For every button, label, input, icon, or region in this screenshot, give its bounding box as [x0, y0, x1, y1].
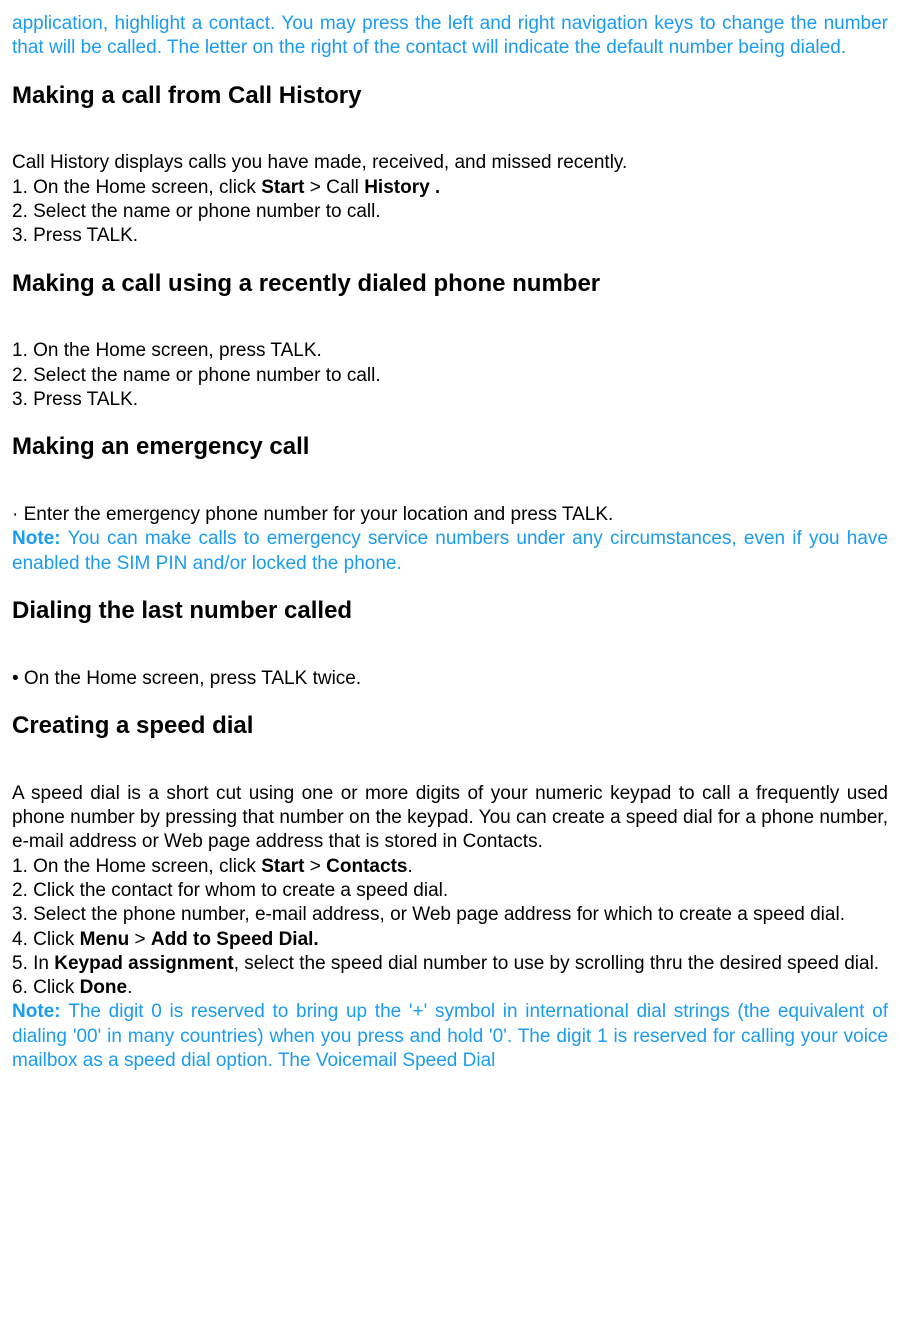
text: , select the speed dial number to use by… [234, 953, 879, 974]
text: > Call [305, 177, 365, 198]
callhistory-intro: Call History displays calls you have mad… [12, 151, 888, 175]
speeddial-step1: 1. On the Home screen, click Start > Con… [12, 855, 888, 879]
bold-history: History . [364, 177, 440, 198]
bold-contacts: Contacts [326, 856, 407, 877]
lastnumber-step1: • On the Home screen, press TALK twice. [12, 667, 888, 691]
speeddial-step6: 6. Click Done. [12, 976, 888, 1000]
heading-recent-dialed: Making a call using a recently dialed ph… [12, 269, 888, 300]
speeddial-step2: 2. Click the contact for whom to create … [12, 879, 888, 903]
bold-start: Start [261, 177, 304, 198]
text: 1. On the Home screen, click [12, 856, 261, 877]
note-text: The digit 0 is reserved to bring up the … [12, 1001, 888, 1071]
text: 1. On the Home screen, click [12, 177, 261, 198]
heading-call-history: Making a call from Call History [12, 81, 888, 112]
speeddial-note: Note: The digit 0 is reserved to bring u… [12, 1000, 888, 1073]
note-text: You can make calls to emergency service … [12, 528, 888, 573]
speeddial-intro: A speed dial is a short cut using one or… [12, 782, 888, 855]
recent-step1: 1. On the Home screen, press TALK. [12, 339, 888, 363]
note-label: Note: [12, 1001, 68, 1022]
emergency-note: Note: You can make calls to emergency se… [12, 527, 888, 576]
heading-emergency: Making an emergency call [12, 432, 888, 463]
text: 4. Click [12, 929, 80, 950]
speeddial-step3: 3. Select the phone number, e-mail addre… [12, 903, 888, 927]
text: . [407, 856, 412, 877]
bold-menu: Menu [80, 929, 130, 950]
note-label: Note: [12, 528, 68, 549]
bold-done: Done [80, 977, 128, 998]
callhistory-step3: 3. Press TALK. [12, 224, 888, 248]
text: 5. In [12, 953, 54, 974]
bold-keypad: Keypad assignment [54, 953, 234, 974]
text: > [129, 929, 151, 950]
speeddial-step4: 4. Click Menu > Add to Speed Dial. [12, 928, 888, 952]
recent-step2: 2. Select the name or phone number to ca… [12, 364, 888, 388]
heading-speed-dial: Creating a speed dial [12, 711, 888, 742]
callhistory-step1: 1. On the Home screen, click Start > Cal… [12, 176, 888, 200]
intro-blue-text: application, highlight a contact. You ma… [12, 12, 888, 61]
speeddial-step5: 5. In Keypad assignment, select the spee… [12, 952, 888, 976]
text: > [305, 856, 327, 877]
emergency-step1: · Enter the emergency phone number for y… [12, 503, 888, 527]
recent-step3: 3. Press TALK. [12, 388, 888, 412]
text: 6. Click [12, 977, 80, 998]
bold-addspeeddial: Add to Speed Dial. [151, 929, 319, 950]
text: . [127, 977, 132, 998]
bold-start: Start [261, 856, 304, 877]
callhistory-step2: 2. Select the name or phone number to ca… [12, 200, 888, 224]
heading-last-number: Dialing the last number called [12, 596, 888, 627]
